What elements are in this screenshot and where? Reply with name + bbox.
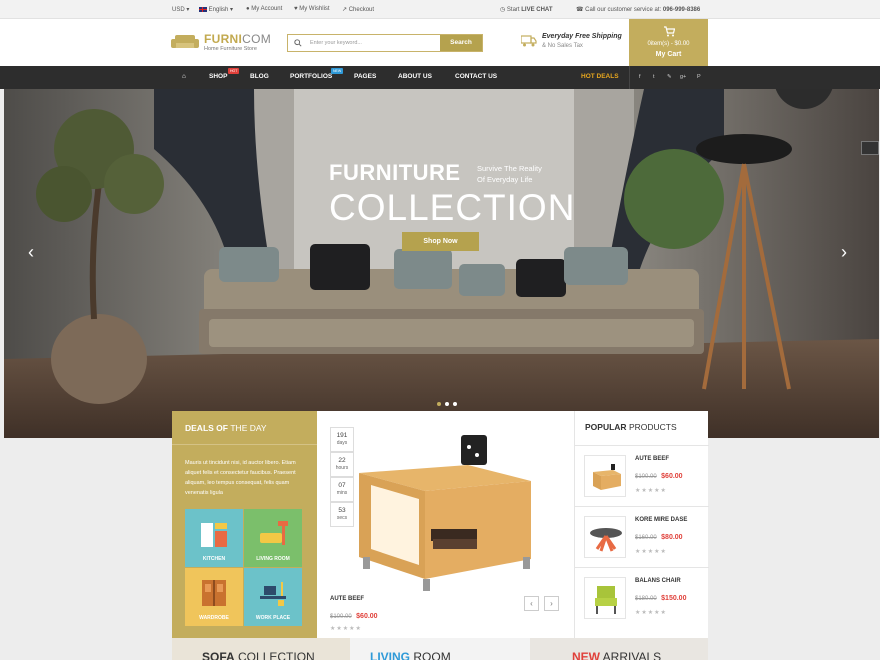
search-button[interactable]: Search	[440, 35, 482, 51]
live-chat-link[interactable]: ◷ Start LIVE CHAT	[500, 6, 553, 13]
new-badge: NEW	[331, 68, 344, 74]
nav-hot-deals[interactable]: HOT DEALS	[581, 73, 619, 80]
sofa-logo-icon	[171, 35, 199, 48]
featured-prev-button[interactable]: ‹	[524, 596, 539, 611]
featured-product-info: AUTE BEEF $100.00 $60.00 ★★★★★	[330, 596, 378, 632]
featured-product-name[interactable]: AUTE BEEF	[330, 596, 378, 602]
slider-next-arrow-icon[interactable]: ›	[841, 242, 847, 263]
living-room-image	[4, 89, 879, 438]
collection-banners: SOFA COLLECTION LIVING ROOM NEW ARRIVALS	[172, 638, 708, 660]
deals-of-the-day: DEALS OF THE DAY Mauris ut tincidunt nis…	[172, 411, 317, 638]
popular-title: POPULAR PRODUCTS	[585, 422, 677, 432]
product-name[interactable]: AUTE BEEF	[635, 456, 683, 462]
living-room-banner[interactable]: LIVING ROOM	[350, 638, 530, 660]
cart-button[interactable]: 0item(s) - $0.00 My Cart	[629, 19, 708, 66]
nav-pages[interactable]: PAGES	[354, 73, 376, 80]
product-thumbnail[interactable]	[584, 516, 626, 558]
language-selector[interactable]: English ▾	[199, 6, 233, 13]
nav-about-us[interactable]: ABOUT US	[398, 73, 432, 80]
slider-dot-3[interactable]	[453, 402, 457, 406]
checkout-icon: ↗	[342, 7, 348, 13]
coffee-table-image	[590, 528, 622, 552]
nav-divider	[629, 66, 630, 89]
nav-shop[interactable]: SHOP	[209, 73, 227, 80]
category-kitchen[interactable]: KITCHEN	[185, 509, 243, 567]
user-icon: ●	[246, 6, 250, 12]
slider-prev-arrow-icon[interactable]: ‹	[28, 242, 34, 263]
chat-icon: ◷	[500, 7, 506, 13]
search-icon	[294, 39, 302, 47]
featured-next-button[interactable]: ›	[544, 596, 559, 611]
back-to-top-button[interactable]	[861, 141, 879, 155]
rating-stars: ★★★★★	[330, 626, 362, 632]
slide-title-top: FURNITURE	[329, 160, 461, 185]
pinterest-icon[interactable]: P	[697, 74, 701, 80]
nav-blog[interactable]: BLOG	[250, 73, 269, 80]
wardrobe-icon	[202, 580, 226, 606]
nav-contact-us[interactable]: CONTACT US	[455, 73, 497, 80]
my-wishlist-link[interactable]: ♥ My Wishlist	[294, 6, 330, 12]
countdown-hours: 22 hours	[330, 452, 354, 477]
edit-icon[interactable]: ✎	[667, 74, 672, 80]
my-account-link[interactable]: ● My Account	[246, 6, 282, 12]
new-arrivals-banner[interactable]: NEW ARRIVALS	[530, 638, 708, 660]
truck-icon	[521, 35, 537, 47]
hero-slider	[4, 89, 879, 438]
top-bar: USD ▾ English ▾ ● My Account ♥ My Wishli…	[0, 0, 880, 19]
customer-service-phone: ☎ Call our customer service at: 096-999-…	[576, 7, 701, 13]
uk-flag-icon	[199, 7, 207, 12]
popular-products: POPULAR PRODUCTS AUTE BEEF $100.00 $60.0…	[574, 411, 709, 638]
slider-dots	[437, 393, 461, 411]
countdown-mins: 07 mins	[330, 477, 354, 502]
deals-divider	[172, 444, 317, 445]
new-price: $60.00	[356, 613, 378, 620]
side-table-image	[593, 464, 621, 490]
rating-stars: ★★★★★	[635, 549, 667, 555]
category-work-place[interactable]: WORK PLACE	[244, 568, 302, 626]
rating-stars: ★★★★★	[635, 610, 667, 616]
twitter-icon[interactable]: t	[653, 74, 655, 80]
deals-title: DEALS OF THE DAY	[185, 423, 267, 433]
countdown-days: 191 days	[330, 427, 354, 452]
google-plus-icon[interactable]: g+	[680, 74, 686, 80]
living-room-icon	[260, 521, 288, 545]
product-thumbnail[interactable]	[584, 577, 626, 619]
work-place-icon	[260, 582, 286, 606]
slider-dot-2[interactable]	[445, 402, 449, 406]
checkout-link[interactable]: ↗ Checkout	[342, 6, 374, 13]
countdown-secs: 53 secs	[330, 502, 354, 527]
chair-image	[595, 586, 617, 614]
category-wardrobe[interactable]: WARDROBE	[185, 568, 243, 626]
search-input[interactable]: Enter your keyword...	[310, 40, 362, 46]
phone-icon: ☎	[576, 7, 584, 13]
facebook-icon[interactable]: f	[639, 74, 641, 80]
deals-description: Mauris ut tincidunt nisi, id auctor libe…	[185, 460, 296, 496]
rating-stars: ★★★★★	[635, 488, 667, 494]
hot-badge: HOT	[228, 68, 240, 74]
slide-title-main: COLLECTION	[329, 187, 576, 228]
kitchen-icon	[201, 523, 227, 547]
old-price: $100.00	[330, 614, 352, 620]
nav-portfolios[interactable]: PORTFOLIOS	[290, 73, 332, 80]
product-name[interactable]: BALANS CHAIR	[635, 578, 686, 584]
sofa-collection-banner[interactable]: SOFA COLLECTION	[172, 638, 350, 660]
category-living-room[interactable]: LIVING ROOM	[244, 509, 302, 567]
product-card[interactable]: KORE MIRE DASE $160.00 $80.00 ★★★★★	[575, 506, 709, 567]
search-bar: Enter your keyword... Search	[287, 34, 483, 52]
home-icon[interactable]: ⌂	[182, 73, 186, 80]
cart-icon	[664, 26, 675, 37]
slide-subtitle: Survive The Reality Of Everyday Life	[477, 164, 542, 184]
product-name[interactable]: KORE MIRE DASE	[635, 517, 687, 523]
product-card[interactable]: AUTE BEEF $100.00 $60.00 ★★★★★	[575, 445, 709, 506]
heart-icon: ♥	[294, 6, 298, 12]
shop-now-button[interactable]: Shop Now	[402, 232, 479, 251]
currency-selector[interactable]: USD ▾	[172, 6, 189, 13]
main-nav: ⌂ SHOP HOT BLOG PORTFOLIOS NEW PAGES ABO…	[0, 66, 880, 89]
featured-product: 191 days 22 hours 07 mins 53 secs AUTE BEEF …	[317, 411, 574, 638]
product-card[interactable]: BALANS CHAIR $180.00 $150.00 ★★★★★	[575, 567, 709, 628]
featured-product-image	[359, 435, 531, 591]
product-thumbnail[interactable]	[584, 455, 626, 497]
slider-dot-1[interactable]	[437, 402, 441, 406]
